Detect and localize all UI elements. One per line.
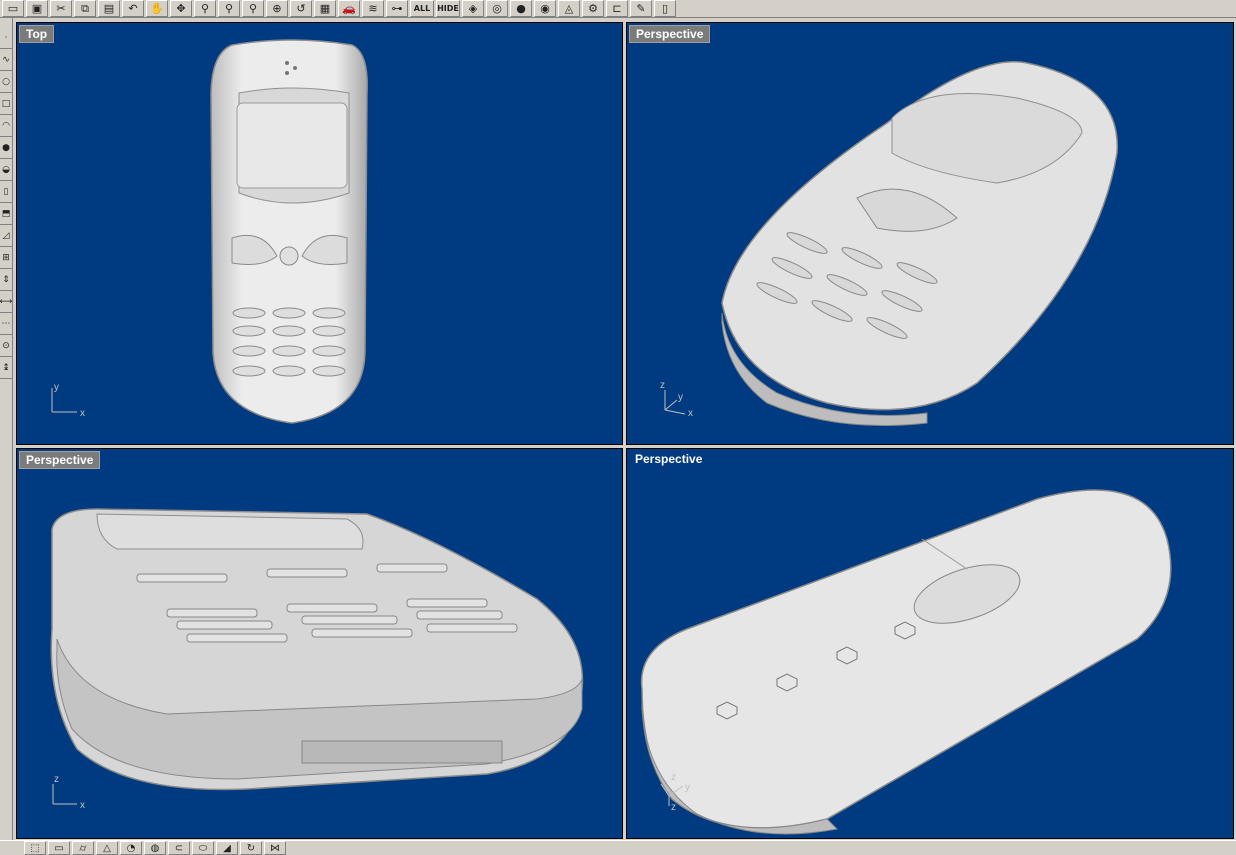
axis-z-label: z [660, 380, 665, 391]
axis-indicator-perspective-2: z x [52, 774, 85, 810]
loft-icon[interactable]: ⋈ [264, 841, 286, 855]
array-icon[interactable]: ⋯ [0, 314, 12, 335]
car-render-icon[interactable]: 🚗 [338, 0, 360, 17]
top-view-icon[interactable]: ▭ [48, 841, 70, 855]
copy-icon[interactable]: ⧉ [74, 0, 96, 17]
arc-icon[interactable]: ◠ [0, 116, 12, 137]
axis-x-label: x [688, 408, 693, 416]
viewport-label-perspective-1[interactable]: Perspective [629, 25, 711, 43]
viewport-top[interactable]: Top y x [16, 22, 623, 445]
boolean-icon[interactable]: ⊞ [0, 248, 12, 269]
ellipsoid-icon[interactable]: ⬭ [192, 841, 214, 855]
rotate-view-icon[interactable]: ✥ [170, 0, 192, 17]
paste-icon[interactable]: ▤ [98, 0, 120, 17]
circle-icon[interactable]: ○ [0, 72, 12, 93]
wedge-icon[interactable]: ◢ [216, 841, 238, 855]
cube-view-icon[interactable]: ⬚ [24, 841, 46, 855]
sphere-icon[interactable]: ● [0, 138, 12, 159]
axis-x-label: x [80, 800, 85, 810]
axis-z-label: z [54, 774, 59, 785]
axis-y-label: y [685, 782, 690, 793]
torus-icon[interactable]: ◍ [144, 841, 166, 855]
cut-icon[interactable]: ✂ [50, 0, 72, 17]
phone-model-top-view [210, 39, 368, 424]
phone-model-perspective-2 [50, 508, 584, 791]
layer-stack-icon[interactable]: ◈ [462, 0, 484, 17]
cylinder-icon[interactable]: ⌭ [72, 841, 94, 855]
axis-indicator-perspective-3: z y z [660, 772, 690, 810]
viewport-perspective-3[interactable]: Perspective z y z [626, 448, 1234, 839]
extrude-icon[interactable]: ⬒ [0, 204, 12, 225]
axis-indicator-top: y x [51, 382, 85, 416]
mirror-icon[interactable]: ⟷ [0, 292, 12, 313]
point-icon[interactable]: · [0, 28, 12, 49]
dimension-icon[interactable]: ⊏ [606, 0, 628, 17]
dimension-vertical-icon[interactable]: ↨ [0, 358, 12, 379]
undo-icon[interactable]: ↶ [122, 0, 144, 17]
fillet-icon[interactable]: ◿ [0, 226, 12, 247]
surface-icon[interactable]: ◒ [0, 160, 12, 181]
axis-x-label: x [80, 408, 85, 416]
settings-gear-icon[interactable]: ⚙ [582, 0, 604, 17]
box-icon[interactable]: ▯ [0, 182, 12, 203]
viewport-label-top[interactable]: Top [19, 25, 55, 43]
axis-y-label: y [54, 382, 59, 393]
phone-model-perspective-3 [640, 489, 1172, 835]
sphere-small-icon[interactable]: ◔ [120, 841, 142, 855]
layers-icon[interactable]: ≋ [362, 0, 384, 17]
zoom-window-icon[interactable]: ⚲ [218, 0, 240, 17]
grid-icon[interactable]: ▦ [314, 0, 336, 17]
show-all-icon[interactable]: ALL [410, 0, 434, 17]
main-toolbar: ▭ ▣ ✂ ⧉ ▤ ↶ ✋ ✥ ⚲ ⚲ ⚲ ⊕ ↺ ▦ 🚗 ≋ ⊶ ALL HIDE ◈ ◎ ● ◉ ◬ ⚙ ⊏ ✎ ▯ [0, 0, 1236, 18]
hide-icon[interactable]: HIDE [436, 0, 460, 17]
light-icon[interactable]: ◬ [558, 0, 580, 17]
axis-z-label: z [671, 772, 676, 783]
zoom-dynamic-icon[interactable]: ⚲ [194, 0, 216, 17]
viewport-perspective-2[interactable]: Perspective z x [16, 448, 623, 839]
zoom-selected-icon[interactable]: ⚲ [242, 0, 264, 17]
curve-icon[interactable]: ∿ [0, 50, 12, 71]
phone-model-perspective-1 [721, 61, 1118, 426]
new-file-icon[interactable]: ▭ [2, 0, 24, 17]
color-wheel-icon[interactable]: ◎ [486, 0, 508, 17]
viewport-label-perspective-3[interactable]: Perspective [629, 451, 708, 467]
shaded-sphere-icon[interactable]: ● [510, 0, 532, 17]
viewport-perspective-1[interactable]: Perspective z y x [626, 22, 1234, 445]
zoom-extents-icon[interactable]: ⊕ [266, 0, 288, 17]
transform-icon[interactable]: ⇕ [0, 270, 12, 291]
axis-indicator-perspective-1: z y x [660, 380, 693, 416]
document-icon[interactable]: ▯ [654, 0, 676, 17]
analyze-icon[interactable]: ⊙ [0, 336, 12, 357]
revolve-icon[interactable]: ↻ [240, 841, 262, 855]
point-on-icon[interactable]: ⊶ [386, 0, 408, 17]
pan-hand-icon[interactable]: ✋ [146, 0, 168, 17]
cone-icon[interactable]: △ [96, 841, 118, 855]
zoom-previous-icon[interactable]: ↺ [290, 0, 312, 17]
rendered-sphere-icon[interactable]: ◉ [534, 0, 556, 17]
pipe-icon[interactable]: ⊂ [168, 841, 190, 855]
save-icon[interactable]: ▣ [26, 0, 48, 17]
axis-z-bottom-label: z [671, 802, 676, 810]
viewport-label-perspective-2[interactable]: Perspective [19, 451, 101, 469]
side-toolbar: · ∿ ○ □ ◠ ● ◒ ▯ ⬒ ◿ ⊞ ⇕ ⟷ ⋯ ⊙ ↨ [0, 18, 13, 840]
rectangle-icon[interactable]: □ [0, 94, 12, 115]
bottom-toolbar: ⬚ ▭ ⌭ △ ◔ ◍ ⊂ ⬭ ◢ ↻ ⋈ [0, 840, 1236, 855]
axis-y-label: y [678, 392, 683, 403]
notes-icon[interactable]: ✎ [630, 0, 652, 17]
